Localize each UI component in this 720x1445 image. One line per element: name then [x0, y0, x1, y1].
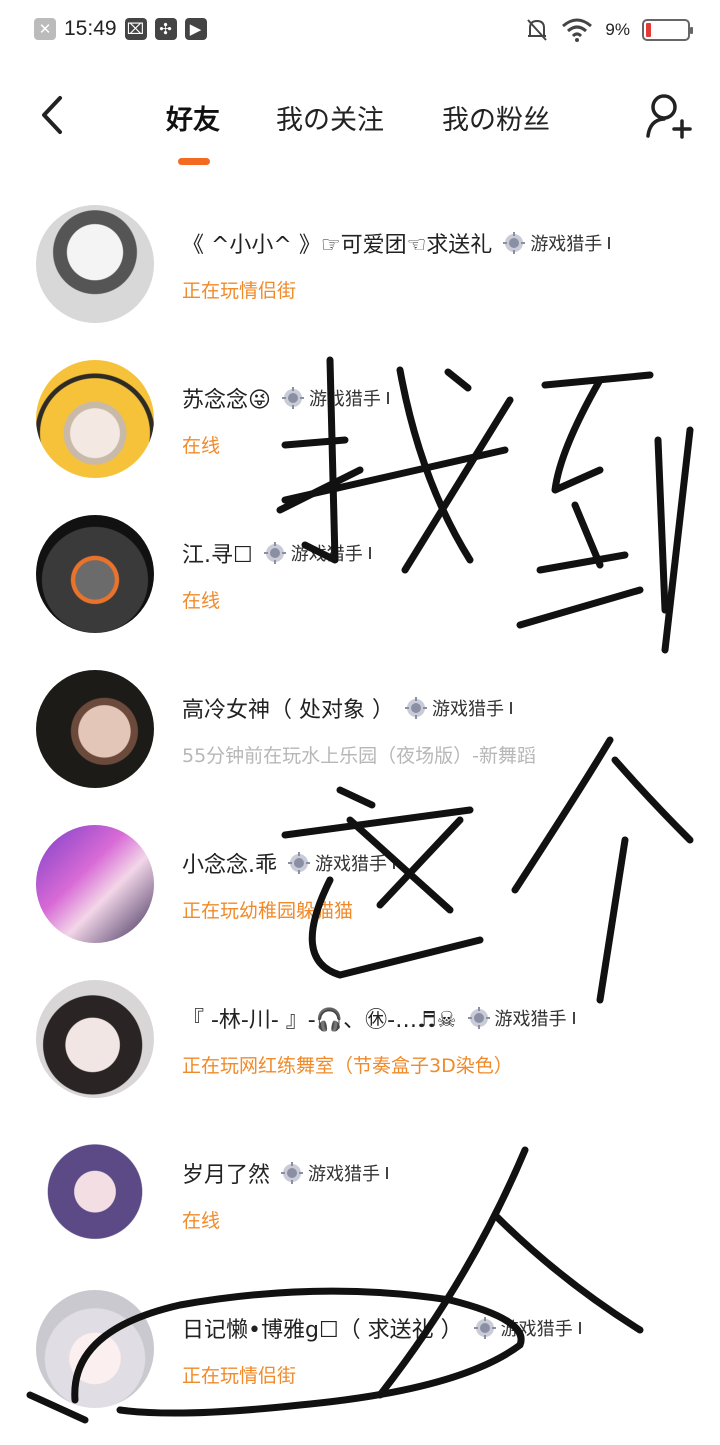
close-notification-icon: ✕ — [34, 18, 56, 40]
friend-row[interactable]: 高冷女神（ 处对象 ） 游戏猎手 55分钟前在玩水上乐园（夜场版）-新舞蹈 — [0, 670, 720, 825]
friend-name: 《 ^小小^ 》☞可爱团☜求送礼 — [182, 233, 493, 258]
friend-row[interactable]: 『 -林-川- 』-🎧、㊡-…♬☠ 游戏猎手 正在玩网红练舞室（节奏盒子3D染色… — [0, 980, 720, 1135]
friend-status: 在线 — [182, 590, 221, 612]
avatar[interactable] — [36, 980, 154, 1098]
hunter-badge-icon — [467, 1007, 490, 1029]
status-right: 9% — [525, 17, 693, 43]
title-badge: 游戏猎手 — [404, 695, 512, 721]
title-badge: 游戏猎手 — [263, 540, 371, 566]
title-badge: 游戏猎手 — [280, 1160, 389, 1186]
tab-friends[interactable]: 好友 — [166, 98, 220, 137]
hunter-badge-icon — [405, 697, 427, 719]
friend-status: 正在玩情侣街 — [182, 280, 297, 302]
avatar[interactable] — [36, 825, 154, 943]
hunter-badge-icon — [503, 232, 526, 254]
title-badge: 游戏猎手 — [287, 850, 395, 876]
mute-bell-icon — [527, 19, 548, 41]
friend-row[interactable]: 苏念念😜 游戏猎手 在线 — [0, 360, 720, 515]
avatar[interactable] — [36, 205, 154, 323]
tab-followers[interactable]: 我の粉丝 — [442, 98, 550, 137]
friend-name: 高冷女神（ 处对象 ） — [182, 698, 394, 723]
active-tab-indicator — [178, 158, 210, 165]
friend-row[interactable]: 小念念.乖 游戏猎手 正在玩幼稚园躲猫猫 — [0, 825, 720, 980]
wifi-icon — [562, 18, 593, 42]
friend-status: 55分钟前在玩水上乐园（夜场版）-新舞蹈 — [182, 745, 537, 767]
friend-name: 小念念.乖 — [182, 853, 277, 878]
title-badge: 游戏猎手 — [473, 1315, 581, 1341]
status-bar: ✕ 15:49 ⌧ ✣ ▶ 9% — [0, 0, 720, 62]
friend-row[interactable]: 日记懒•博雅g☐（ 求送礼 ） 游戏猎手 正在玩情侣街 — [0, 1290, 720, 1445]
battery-percent: 9% — [605, 20, 630, 39]
friend-status: 正在玩网红练舞室（节奏盒子3D染色） — [182, 1055, 513, 1077]
avatar[interactable] — [36, 1135, 154, 1253]
add-friend-icon[interactable] — [644, 92, 692, 142]
avatar[interactable] — [36, 1290, 154, 1408]
battery-icon — [642, 19, 693, 41]
friend-name: 江.寻☐ — [182, 543, 253, 568]
title-badge: 游戏猎手 — [502, 230, 611, 256]
friend-row[interactable]: 江.寻☐ 游戏猎手 在线 — [0, 515, 720, 670]
hunter-badge-icon — [473, 1317, 496, 1339]
tab-following[interactable]: 我の关注 — [276, 98, 384, 137]
title-badge: 游戏猎手 — [281, 385, 389, 411]
friend-status: 在线 — [182, 435, 221, 457]
pinwheel-icon: ✣ — [154, 18, 177, 40]
status-left: ✕ 15:49 ⌧ ✣ ▶ — [34, 17, 207, 41]
back-arrow-icon[interactable] — [38, 94, 68, 136]
friend-name: 苏念念😜 — [182, 388, 271, 413]
hunter-badge-icon — [281, 387, 304, 409]
friend-row[interactable]: 岁月了然 游戏猎手 在线 — [0, 1135, 720, 1290]
play-icon: ▶ — [184, 18, 207, 40]
friend-status: 在线 — [182, 1210, 221, 1232]
avatar[interactable] — [36, 360, 154, 478]
hunter-badge-icon — [288, 852, 310, 874]
title-badge: 游戏猎手 — [467, 1005, 575, 1031]
friend-list: 《 ^小小^ 》☞可爱团☜求送礼 游戏猎手 正在玩情侣街 苏念念😜 游戏猎手 在… — [0, 205, 720, 1445]
hunter-badge-icon — [281, 1162, 304, 1184]
friend-name: 『 -林-川- 』-🎧、㊡-…♬☠ — [182, 1008, 457, 1033]
friend-row[interactable]: 《 ^小小^ 》☞可爱团☜求送礼 游戏猎手 正在玩情侣街 — [0, 205, 720, 360]
top-nav: 好友 我の关注 我の粉丝 — [0, 80, 720, 180]
friend-name: 日记懒•博雅g☐（ 求送礼 ） — [182, 1318, 463, 1343]
friend-status: 正在玩幼稚园躲猫猫 — [182, 900, 354, 922]
friend-name: 岁月了然 — [182, 1163, 271, 1188]
hunter-badge-icon — [263, 542, 286, 564]
clock: 15:49 — [64, 17, 117, 40]
screenshot-icon: ⌧ — [124, 18, 147, 40]
avatar[interactable] — [36, 670, 154, 788]
avatar[interactable] — [36, 515, 154, 633]
friend-status: 正在玩情侣街 — [182, 1365, 297, 1387]
